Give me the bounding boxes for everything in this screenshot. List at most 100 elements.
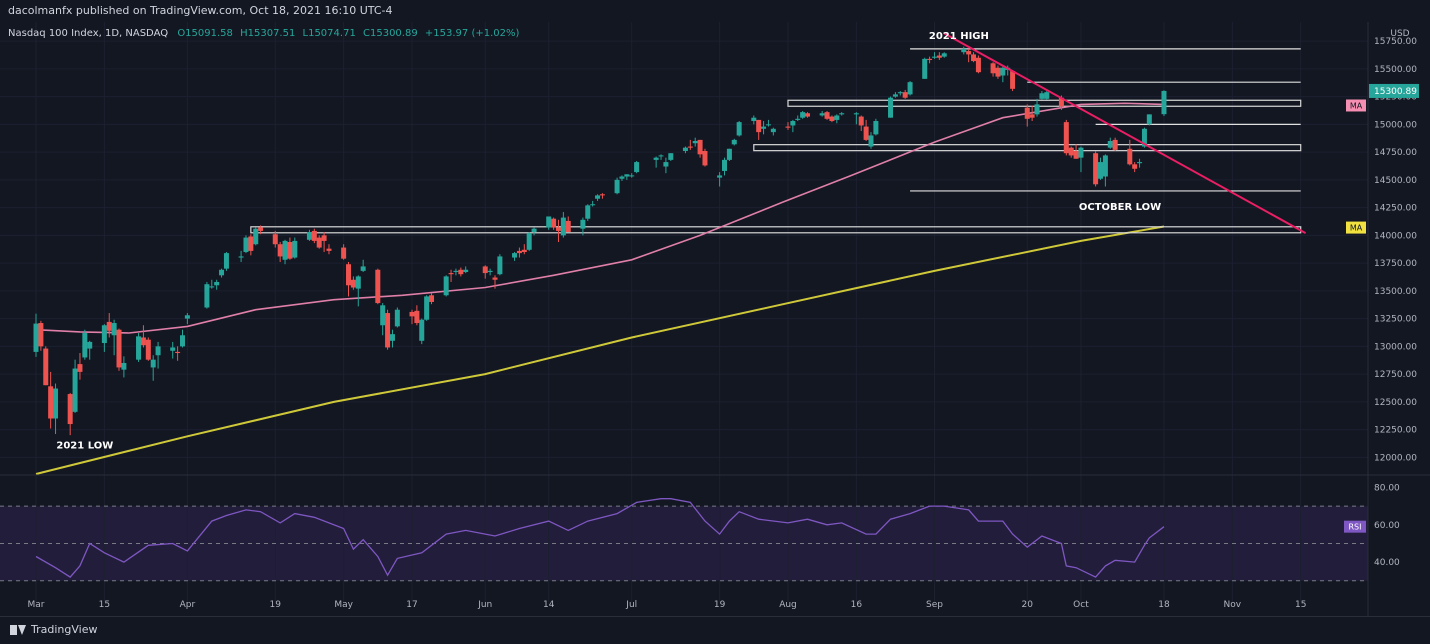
candle-up [1044, 92, 1050, 99]
candle-down [385, 313, 391, 348]
candle-up [1146, 114, 1152, 125]
candle-down [67, 394, 73, 425]
candle-down [687, 146, 693, 148]
price-tick-label: 14000.00 [1374, 231, 1417, 241]
ma-tag-label: MA [1350, 101, 1363, 110]
candle-down [429, 295, 435, 302]
candle-up [531, 228, 537, 233]
candle-down [927, 58, 933, 60]
candle-up [238, 256, 244, 258]
candle-down [1112, 139, 1118, 150]
candle-up [873, 121, 879, 135]
price-tick-label: 12000.00 [1374, 453, 1417, 463]
candle-down [458, 269, 464, 275]
symbol-name: Nasdaq 100 Index, 1D, NASDAQ [8, 28, 168, 39]
time-tick-label: Sep [926, 600, 943, 610]
candle-down [321, 235, 327, 241]
candle-up [184, 315, 190, 319]
candle-down [175, 351, 181, 354]
candle-down [990, 63, 996, 74]
candle-up [853, 113, 859, 115]
candle-up [770, 128, 776, 133]
candle-down [756, 119, 762, 133]
candle-down [697, 139, 703, 155]
candle-up [487, 270, 493, 272]
candle-up [634, 162, 640, 173]
candle-up [819, 113, 825, 116]
candle-down [516, 250, 522, 254]
candle-up [170, 347, 176, 351]
candle-up [121, 363, 127, 370]
candle-up [33, 323, 39, 352]
candle-down [785, 126, 791, 128]
time-tick-label: 19 [270, 600, 282, 610]
candle-up [868, 135, 874, 147]
footer-brand: TradingView [31, 623, 98, 636]
candle-up [282, 240, 288, 260]
candle-down [829, 116, 835, 122]
candle-up [72, 368, 78, 412]
candle-up [155, 346, 161, 356]
time-tick-label: Jul [625, 600, 637, 610]
candle-up [692, 141, 698, 144]
candle-down [966, 51, 972, 55]
tradingview-logo[interactable]: TradingView [10, 623, 97, 636]
ohlc-high: H15307.51 [240, 28, 295, 39]
candle-up [619, 176, 625, 179]
footer: TradingView [0, 616, 1430, 644]
candle-down [995, 67, 1001, 77]
candle-down [140, 337, 146, 346]
candle-up [136, 336, 142, 360]
candle-down [555, 227, 561, 231]
rsi-tick-label: 40.00 [1374, 558, 1400, 568]
ohlc-open: O15091.58 [177, 28, 233, 39]
candle-up [1078, 147, 1084, 158]
candle-down [1073, 150, 1079, 159]
candle-down [77, 364, 83, 372]
candle-up [463, 269, 469, 272]
candle-down [492, 277, 498, 280]
candle-up [389, 334, 395, 341]
candle-down [1132, 164, 1138, 169]
price-tick-label: 14250.00 [1374, 204, 1417, 214]
candle-up [560, 217, 566, 236]
candle-up [443, 276, 449, 296]
candle-up [839, 113, 845, 115]
candle-up [380, 305, 386, 326]
candle-up [624, 174, 630, 177]
candle-up [394, 309, 400, 327]
time-tick-label: 20 [1022, 600, 1034, 610]
candle-down [38, 323, 44, 347]
time-tick-label: May [334, 600, 353, 610]
candle-down [1010, 71, 1016, 89]
ohlc-change: +153.97 (+1.02%) [425, 28, 520, 39]
candle-down [863, 126, 869, 140]
candle-down [1127, 148, 1133, 165]
candle-up [897, 92, 903, 94]
chart-annotation: 2021 LOW [56, 440, 113, 451]
candle-up [726, 148, 732, 160]
candle-down [409, 311, 415, 317]
candle-down [1063, 122, 1069, 154]
price-tick-label: 13500.00 [1374, 287, 1417, 297]
price-tick-label: 14750.00 [1374, 148, 1417, 158]
time-tick-label: 18 [1158, 600, 1170, 610]
price-tick-label: 13250.00 [1374, 315, 1417, 325]
candle-up [204, 284, 210, 308]
candle-up [424, 296, 430, 320]
candle-down [1093, 153, 1099, 185]
candlestick-chart[interactable]: 2021 HIGHOCTOBER LOW2021 LOW 15750.00155… [0, 22, 1430, 616]
time-tick-label: 15 [1295, 600, 1306, 610]
price-tick-label: 12250.00 [1374, 426, 1417, 436]
candle-up [888, 97, 894, 118]
candle-up [668, 153, 674, 160]
candle-up [1102, 155, 1108, 177]
candle-up [751, 117, 757, 122]
chart-annotation: OCTOBER LOW [1079, 202, 1161, 213]
candle-up [722, 159, 728, 171]
candle-down [1024, 107, 1030, 119]
candle-up [253, 228, 259, 245]
candle-down [145, 339, 151, 360]
candle-down [565, 220, 571, 233]
candle-up [941, 53, 947, 57]
